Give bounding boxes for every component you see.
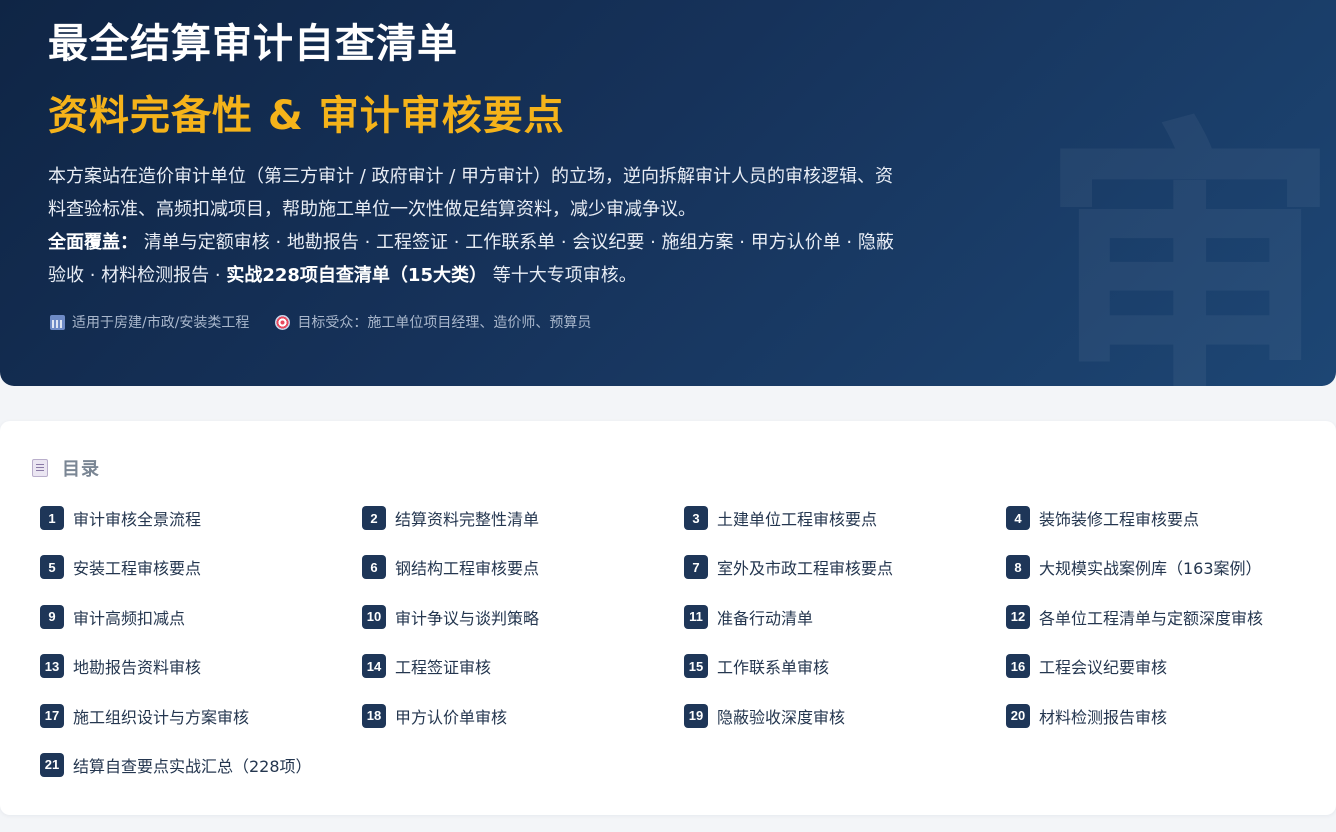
toc-link-label: 装饰装修工程审核要点 [1039,510,1200,529]
toc-link-11[interactable]: 11 准备行动清单 [684,604,1006,630]
toc-link-6[interactable]: 6 钢结构工程审核要点 [362,554,684,580]
toc-link-16[interactable]: 16 工程会议纪要审核 [1006,653,1328,679]
meta-audience: 目标受众：施工单位项目经理、造价师、预算员 [275,312,591,332]
toc-number-badge: 9 [40,604,64,629]
toc-link-label: 各单位工程清单与定额深度审核 [1039,608,1264,628]
description-intro: 本方案站在造价审计单位（第三方审计 / 政府审计 / 甲方审计）的立场，逆向拆解… [48,166,894,220]
toc-number-badge: 15 [684,654,708,679]
toc-grid: 1 审计审核全景流程 2 结算资料完整性清单 3 土建单位工程审核要点 4 装饰装修工程审核要… [40,505,1330,801]
toc-link-label: 甲方认价单审核 [395,707,508,727]
toc-link-18[interactable]: 18 甲方认价单审核 [362,703,684,729]
meta-applicable-text: 适用于房建/市政/安装类工程 [72,315,250,331]
toc-header: 目录 [32,455,100,481]
calendar-icon [50,314,65,330]
coverage-label: 全面覆盖： [48,232,138,253]
toc-number-badge: 4 [1006,506,1030,530]
toc-link-8[interactable]: 8 大规模实战案例库（163案例） [1006,554,1328,580]
toc-link-13[interactable]: 13 地勘报告资料审核 [40,653,362,679]
toc-number-badge: 18 [362,703,386,728]
toc-number-badge: 13 [40,654,64,679]
toc-link-10[interactable]: 10 审计争议与谈判策略 [362,604,684,630]
toc-link-label: 工程会议纪要审核 [1039,658,1168,678]
toc-title: 目录 [62,459,100,480]
toc-link-3[interactable]: 3 土建单位工程审核要点 [684,505,1006,531]
toc-number-badge: 3 [684,506,708,530]
toc-number-badge: 6 [362,555,386,580]
toc-number-badge: 20 [1006,703,1030,728]
coverage-tail: 等十大专项审核。 [486,265,637,286]
toc-link-14[interactable]: 14 工程签证审核 [362,653,684,679]
toc-link-20[interactable]: 20 材料检测报告审核 [1006,703,1328,729]
meta-audience-text: 目标受众：施工单位项目经理、造价师、预算员 [297,315,592,331]
toc-link-label: 准备行动清单 [717,608,814,628]
table-of-contents: 目录 1 审计审核全景流程 2 结算资料完整性清单 3 土建单位工程审核要点 4 装饰装修工程… [0,421,1336,815]
toc-number-badge: 5 [40,555,64,580]
hero-banner: 审 最全结算审计自查清单 资料完备性 & 审计审核要点 本方案站在造价审计单位（… [0,0,1336,386]
toc-link-5[interactable]: 5 安装工程审核要点 [40,554,362,580]
toc-number-badge: 11 [684,604,708,629]
toc-number-badge: 1 [40,506,64,530]
toc-link-9[interactable]: 9 审计高频扣减点 [40,604,362,630]
toc-link-label: 土建单位工程审核要点 [717,510,878,529]
watermark-glyph: 审 [1040,95,1336,387]
toc-link-label: 审计审核全景流程 [73,510,202,529]
target-icon [275,314,291,330]
toc-number-badge: 21 [40,752,64,777]
toc-number-badge: 2 [362,506,386,530]
toc-link-19[interactable]: 19 隐蔽验收深度审核 [684,703,1006,729]
toc-link-label: 安装工程审核要点 [73,559,202,579]
toc-link-17[interactable]: 17 施工组织设计与方案审核 [40,703,362,729]
meta-applicable: 适用于房建/市政/安装类工程 [50,312,249,332]
toc-link-label: 工作联系单审核 [717,658,830,678]
toc-link-label: 隐蔽验收深度审核 [717,707,846,727]
toc-link-7[interactable]: 7 室外及市政工程审核要点 [684,554,1006,580]
toc-number-badge: 19 [684,703,708,728]
coverage-highlight: 实战228项自查清单（15大类） [226,265,487,286]
toc-number-badge: 17 [40,703,64,728]
toc-number-badge: 8 [1006,555,1030,580]
toc-link-label: 室外及市政工程审核要点 [717,559,894,579]
toc-number-badge: 7 [684,555,708,580]
toc-link-label: 工程签证审核 [395,658,492,678]
toc-link-21[interactable]: 21 结算自查要点实战汇总（228项） [40,752,362,778]
toc-number-badge: 14 [362,654,386,679]
toc-link-label: 材料检测报告审核 [1039,707,1168,727]
toc-link-label: 结算自查要点实战汇总（228项） [73,756,312,776]
toc-link-label: 大规模实战案例库（163案例） [1039,559,1262,579]
toc-link-label: 钢结构工程审核要点 [395,559,540,579]
toc-link-4[interactable]: 4 装饰装修工程审核要点 [1006,505,1328,531]
hero-meta: 适用于房建/市政/安装类工程 目标受众：施工单位项目经理、造价师、预算员 [50,312,617,332]
toc-link-1[interactable]: 1 审计审核全景流程 [40,505,362,531]
toc-link-label: 审计争议与谈判策略 [395,608,540,628]
toc-link-label: 地勘报告资料审核 [73,658,202,678]
toc-link-label: 审计高频扣减点 [73,608,186,628]
hero-description: 本方案站在造价审计单位（第三方审计 / 政府审计 / 甲方审计）的立场，逆向拆解… [48,160,908,292]
toc-number-badge: 12 [1006,604,1030,629]
toc-link-label: 施工组织设计与方案审核 [73,707,250,727]
toc-link-12[interactable]: 12 各单位工程清单与定额深度审核 [1006,604,1328,630]
page-title: 最全结算审计自查清单 [48,21,458,67]
toc-number-badge: 10 [362,604,386,629]
toc-link-2[interactable]: 2 结算资料完整性清单 [362,505,684,531]
page-subtitle: 资料完备性 & 审计审核要点 [48,93,565,139]
toc-link-15[interactable]: 15 工作联系单审核 [684,653,1006,679]
toc-link-label: 结算资料完整性清单 [395,510,540,529]
document-icon [32,459,48,477]
toc-number-badge: 16 [1006,654,1030,679]
